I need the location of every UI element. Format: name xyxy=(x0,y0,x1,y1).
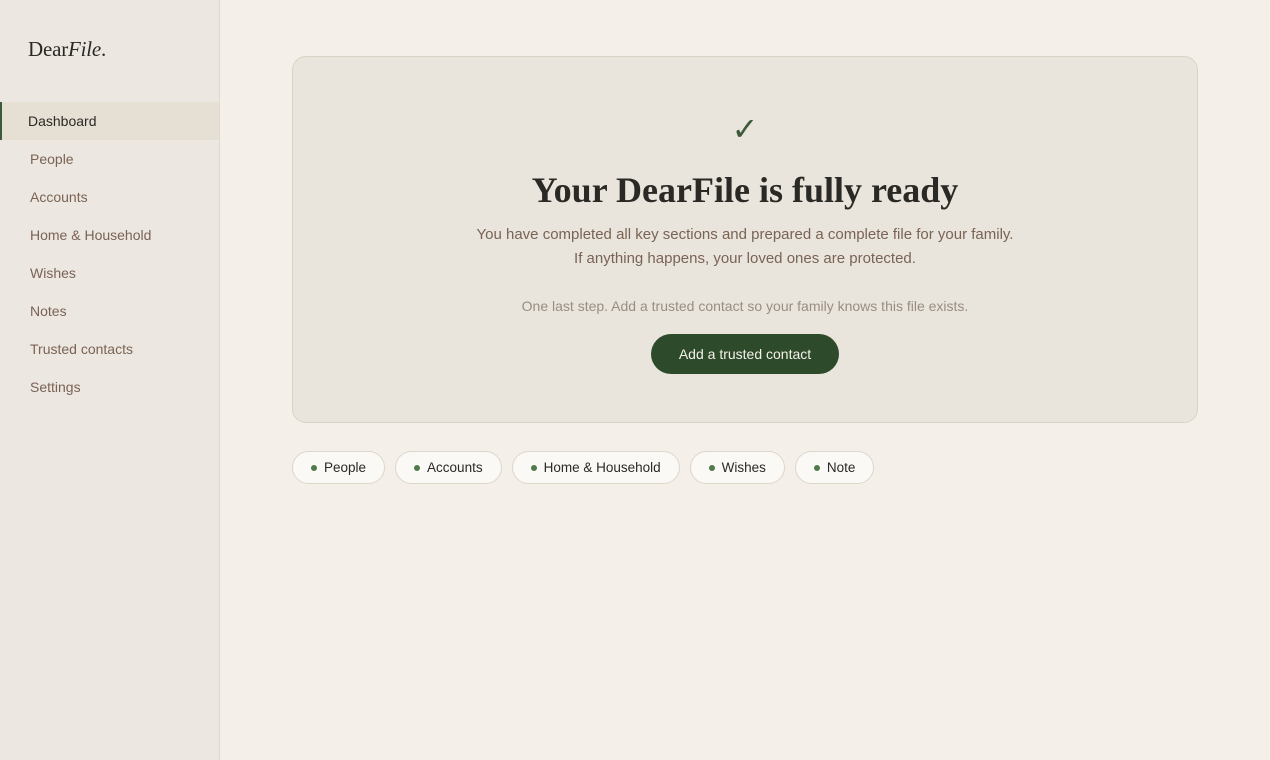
sidebar-item-trusted-contacts[interactable]: Trusted contacts xyxy=(0,330,219,368)
chip-people[interactable]: People xyxy=(292,451,386,484)
chip-label: People xyxy=(324,460,367,475)
sidebar-item-people[interactable]: People xyxy=(0,140,219,178)
brand-name-italic: File xyxy=(68,37,102,61)
sidebar-nav: Dashboard People Accounts Home & Househo… xyxy=(0,102,219,406)
sidebar-item-label: Dashboard xyxy=(28,113,97,129)
sidebar-item-label: Trusted contacts xyxy=(30,341,133,357)
brand-logo[interactable]: DearFile. xyxy=(0,0,219,102)
status-dot-icon xyxy=(311,464,317,471)
card-title: Your DearFile is fully ready xyxy=(531,170,959,210)
status-dot-icon xyxy=(708,464,715,471)
status-dot-icon xyxy=(530,464,537,471)
chip-label: Note xyxy=(826,460,856,475)
card-description: You have completed all key sections and … xyxy=(293,223,1197,271)
app-window: DearFile. Dashboard People Accounts Home… xyxy=(0,0,1270,760)
check-icon: ✓ xyxy=(731,110,759,148)
section-chips: People Accounts Home & Household Wishes … xyxy=(292,451,875,484)
chip-label: Home & Household xyxy=(543,460,661,475)
chip-label: Accounts xyxy=(427,460,483,475)
sidebar-item-label: Wishes xyxy=(30,265,76,281)
sidebar-item-label: Notes xyxy=(30,303,67,319)
sidebar-item-home-household[interactable]: Home & Household xyxy=(0,216,219,254)
sidebar: DearFile. Dashboard People Accounts Home… xyxy=(0,0,220,760)
card-note: One last step. Add a trusted contact so … xyxy=(521,298,969,314)
sidebar-item-settings[interactable]: Settings xyxy=(0,368,219,406)
completion-card: ✓ Your DearFile is fully ready You have … xyxy=(292,56,1198,423)
brand-suffix: . xyxy=(101,37,107,61)
status-dot-icon xyxy=(414,464,421,471)
sidebar-item-label: Home & Household xyxy=(30,227,152,243)
chip-home-household[interactable]: Home & Household xyxy=(511,451,680,484)
sidebar-item-wishes[interactable]: Wishes xyxy=(0,254,219,292)
main-content: ✓ Your DearFile is fully ready You have … xyxy=(220,0,1270,760)
sidebar-item-label: Settings xyxy=(30,379,81,395)
chip-label: Wishes xyxy=(721,460,766,475)
brand-name-regular: Dear xyxy=(28,37,69,61)
sidebar-item-notes[interactable]: Notes xyxy=(0,292,219,330)
status-dot-icon xyxy=(813,464,820,471)
sidebar-item-label: Accounts xyxy=(30,189,88,205)
chip-wishes[interactable]: Wishes xyxy=(689,451,785,484)
sidebar-item-label: People xyxy=(30,151,74,167)
chip-accounts[interactable]: Accounts xyxy=(395,451,502,484)
card-description-line-2: If anything happens, your loved ones are… xyxy=(574,250,916,267)
card-description-line-1: You have completed all key sections and … xyxy=(476,226,1014,243)
add-trusted-contact-button[interactable]: Add a trusted contact xyxy=(651,334,839,374)
sidebar-item-dashboard[interactable]: Dashboard xyxy=(0,102,219,140)
sidebar-item-accounts[interactable]: Accounts xyxy=(0,178,219,216)
chip-note[interactable]: Note xyxy=(794,451,875,484)
